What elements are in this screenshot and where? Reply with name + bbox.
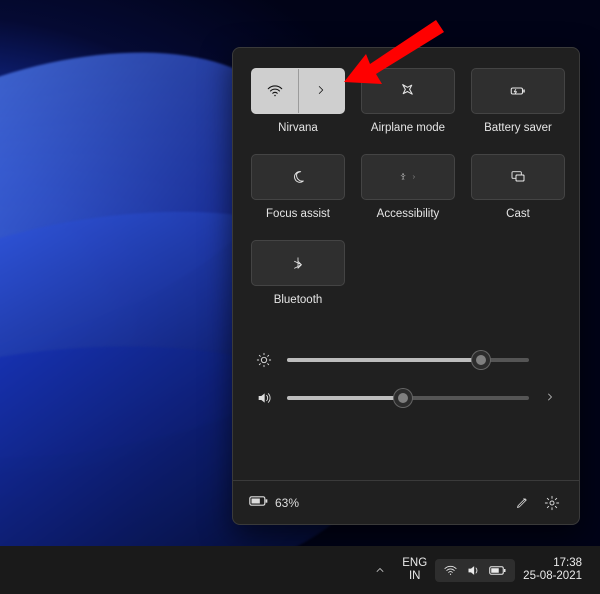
accessibility-tile: Accessibility xyxy=(361,154,455,220)
accessibility-icon xyxy=(399,168,417,186)
volume-fill xyxy=(287,396,403,400)
language-line1: ENG xyxy=(402,557,427,570)
language-indicator[interactable]: ENG IN xyxy=(394,553,435,587)
volume-slider[interactable] xyxy=(287,396,529,400)
battery-saver-icon xyxy=(509,82,527,100)
tray-wifi-icon xyxy=(443,563,458,578)
volume-icon xyxy=(255,390,273,406)
tray-volume-icon xyxy=(466,563,481,578)
edit-quick-settings-button[interactable] xyxy=(507,488,537,518)
brightness-icon xyxy=(255,352,273,368)
battery-saver-toggle-button[interactable] xyxy=(471,68,565,114)
focus-assist-tile: Focus assist xyxy=(251,154,345,220)
brightness-row xyxy=(255,352,557,368)
accessibility-toggle-button[interactable] xyxy=(361,154,455,200)
language-line2: IN xyxy=(409,570,421,583)
cast-icon xyxy=(509,168,527,186)
brightness-slider[interactable] xyxy=(287,358,529,362)
wifi-label: Nirvana xyxy=(278,122,318,134)
moon-icon xyxy=(289,168,307,186)
bluetooth-toggle-button[interactable] xyxy=(251,240,345,286)
bluetooth-tile: Bluetooth xyxy=(251,240,345,306)
clock-date: 25-08-2021 xyxy=(523,570,582,583)
cast-label: Cast xyxy=(506,208,530,220)
bluetooth-icon xyxy=(289,254,307,272)
battery-status-icon xyxy=(249,495,269,510)
wifi-tile: Nirvana xyxy=(251,68,345,134)
taskbar: ENG IN 17:38 25-08-2021 xyxy=(0,546,600,594)
bluetooth-label: Bluetooth xyxy=(274,294,323,306)
battery-percent-text: 63% xyxy=(275,496,299,510)
battery-saver-label: Battery saver xyxy=(484,122,552,134)
wifi-toggle-button[interactable] xyxy=(251,68,345,114)
wifi-expand-half[interactable] xyxy=(299,69,345,113)
brightness-thumb[interactable] xyxy=(472,351,490,369)
battery-saver-tile: Battery saver xyxy=(471,68,565,134)
accessibility-label: Accessibility xyxy=(377,208,440,220)
system-tray-status[interactable] xyxy=(435,559,515,582)
settings-button[interactable] xyxy=(537,488,567,518)
airplane-toggle-button[interactable] xyxy=(361,68,455,114)
airplane-icon xyxy=(399,82,417,100)
brightness-fill xyxy=(287,358,481,362)
clock-time: 17:38 xyxy=(553,557,582,570)
quick-settings-grid: Nirvana Airplane mode Battery saver xyxy=(233,48,579,312)
tray-overflow-button[interactable] xyxy=(366,558,394,582)
panel-footer: 63% xyxy=(233,480,579,524)
focus-assist-toggle-button[interactable] xyxy=(251,154,345,200)
clock[interactable]: 17:38 25-08-2021 xyxy=(515,553,590,587)
cast-toggle-button[interactable] xyxy=(471,154,565,200)
tray-battery-icon xyxy=(489,565,507,576)
sliders-section xyxy=(233,312,579,436)
focus-assist-label: Focus assist xyxy=(266,208,330,220)
volume-row xyxy=(255,390,557,406)
wifi-toggle-half[interactable] xyxy=(252,69,299,113)
airplane-label: Airplane mode xyxy=(371,122,445,134)
volume-thumb[interactable] xyxy=(394,389,412,407)
cast-tile: Cast xyxy=(471,154,565,220)
quick-settings-panel: Nirvana Airplane mode Battery saver xyxy=(232,47,580,525)
volume-expand-button[interactable] xyxy=(543,391,557,406)
chevron-right-icon xyxy=(314,83,328,100)
airplane-tile: Airplane mode xyxy=(361,68,455,134)
wifi-icon xyxy=(266,82,284,100)
